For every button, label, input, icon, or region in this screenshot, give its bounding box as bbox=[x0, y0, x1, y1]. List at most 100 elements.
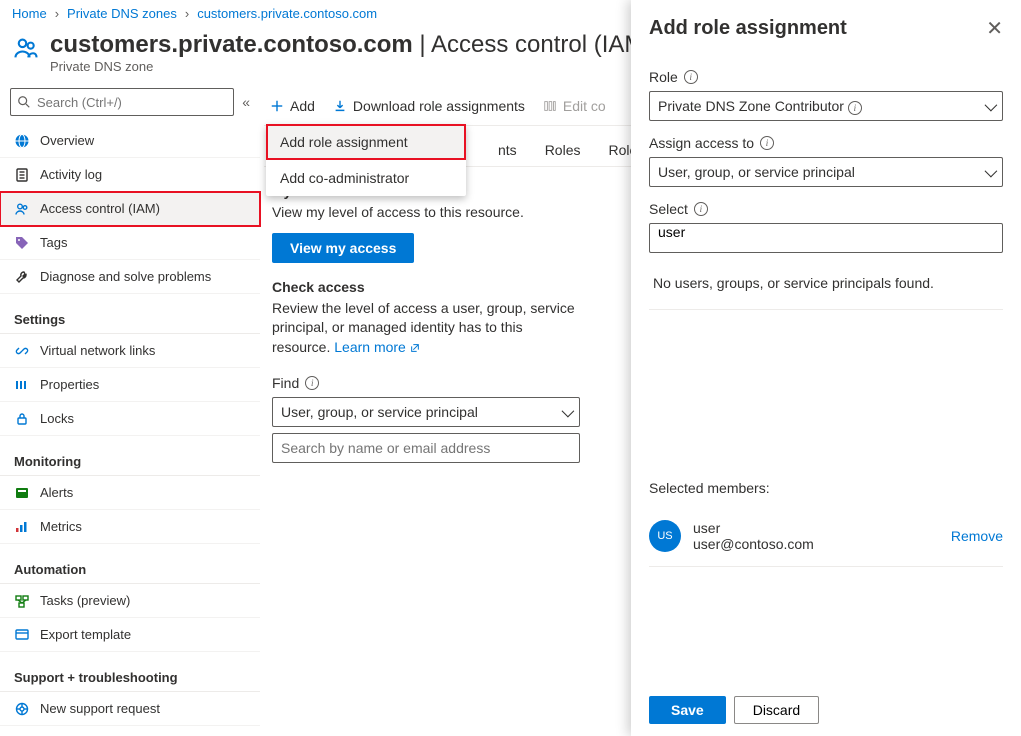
info-icon[interactable]: i bbox=[305, 376, 319, 390]
sidebar-item-label: Activity log bbox=[40, 167, 102, 182]
close-icon[interactable]: ✕ bbox=[986, 16, 1003, 41]
tab-assignments[interactable]: nts bbox=[498, 142, 517, 166]
breadcrumb-sep: › bbox=[55, 6, 59, 21]
menu-add-role-assignment[interactable]: Add role assignment bbox=[266, 124, 466, 160]
panel-title: Add role assignment bbox=[649, 17, 847, 40]
page-title: customers.private.contoso.com | Access c… bbox=[50, 31, 644, 59]
resource-type-label: Private DNS zone bbox=[50, 59, 644, 74]
breadcrumb-home[interactable]: Home bbox=[12, 6, 47, 21]
tag-icon bbox=[14, 235, 30, 251]
tasks-icon bbox=[14, 593, 30, 609]
sidebar-item-diagnose-and-solve-problems[interactable]: Diagnose and solve problems bbox=[0, 260, 260, 294]
sidebar-item-metrics[interactable]: Metrics bbox=[0, 510, 260, 544]
selected-member-row: us user user@contoso.com Remove bbox=[649, 506, 1003, 567]
sidebar-item-tags[interactable]: Tags bbox=[0, 226, 260, 260]
select-label: Select i bbox=[649, 201, 1003, 217]
find-search-input[interactable] bbox=[272, 433, 580, 463]
view-my-access-button[interactable]: View my access bbox=[272, 233, 414, 263]
add-button[interactable]: Add bbox=[270, 98, 315, 114]
props-icon bbox=[14, 377, 30, 393]
sidebar-item-label: Locks bbox=[40, 411, 74, 426]
download-button[interactable]: Download role assignments bbox=[333, 98, 525, 114]
sidebar-item-label: Tags bbox=[40, 235, 67, 250]
sidebar-item-label: Overview bbox=[40, 133, 94, 148]
lock-icon bbox=[14, 411, 30, 427]
sidebar-item-label: Alerts bbox=[40, 485, 73, 500]
sidebar-item-label: Diagnose and solve problems bbox=[40, 269, 211, 284]
search-input[interactable] bbox=[37, 95, 227, 110]
sidebar-item-label: Properties bbox=[40, 377, 99, 392]
people-icon bbox=[14, 201, 30, 217]
sidebar-item-properties[interactable]: Properties bbox=[0, 368, 260, 402]
check-access-desc: Review the level of access a user, group… bbox=[272, 299, 576, 358]
info-icon[interactable]: i bbox=[760, 136, 774, 150]
chevron-down-icon bbox=[985, 164, 994, 180]
sidebar-item-label: New support request bbox=[40, 701, 160, 716]
role-select[interactable]: Private DNS Zone Contributor i bbox=[649, 91, 1003, 121]
sidebar-section-support-troubleshooting: Support + troubleshooting bbox=[0, 658, 260, 692]
globe-icon bbox=[14, 133, 30, 149]
metrics-icon bbox=[14, 519, 30, 535]
sidebar-item-label: Tasks (preview) bbox=[40, 593, 130, 608]
sidebar-item-alerts[interactable]: Alerts bbox=[0, 476, 260, 510]
sidebar-item-label: Virtual network links bbox=[40, 343, 155, 358]
breadcrumb-sep: › bbox=[185, 6, 189, 21]
selected-members-label: Selected members: bbox=[649, 480, 1003, 496]
links-icon bbox=[14, 343, 30, 359]
alerts-icon bbox=[14, 485, 30, 501]
member-email: user@contoso.com bbox=[693, 536, 814, 552]
info-icon[interactable]: i bbox=[848, 101, 862, 115]
role-label: Role i bbox=[649, 69, 1003, 85]
edit-columns-button[interactable]: Edit co bbox=[543, 98, 606, 114]
download-icon bbox=[333, 99, 347, 113]
search-icon bbox=[17, 95, 31, 109]
sidebar-item-label: Access control (IAM) bbox=[40, 201, 160, 216]
assign-access-label: Assign access to i bbox=[649, 135, 1003, 151]
check-access-heading: Check access bbox=[272, 279, 576, 295]
no-results-message: No users, groups, or service principals … bbox=[649, 257, 1003, 310]
export-icon bbox=[14, 627, 30, 643]
find-label: Find i bbox=[272, 375, 576, 391]
sidebar-item-label: Metrics bbox=[40, 519, 82, 534]
member-name: user bbox=[693, 520, 814, 536]
sidebar-search[interactable] bbox=[10, 88, 234, 116]
sidebar-section-automation: Automation bbox=[0, 550, 260, 584]
sidebar-item-tasks-preview-[interactable]: Tasks (preview) bbox=[0, 584, 260, 618]
sidebar: « Overview Activity log Access control (IA… bbox=[0, 82, 260, 730]
sidebar-item-new-support-request[interactable]: New support request bbox=[0, 692, 260, 726]
breadcrumb-resource[interactable]: customers.private.contoso.com bbox=[197, 6, 377, 21]
sidebar-item-label: Export template bbox=[40, 627, 131, 642]
sidebar-section-monitoring: Monitoring bbox=[0, 442, 260, 476]
assign-access-select[interactable]: User, group, or service principal bbox=[649, 157, 1003, 187]
people-icon bbox=[12, 34, 40, 62]
sidebar-item-virtual-network-links[interactable]: Virtual network links bbox=[0, 334, 260, 368]
tab-roles[interactable]: Roles bbox=[545, 142, 581, 166]
sidebar-item-overview[interactable]: Overview bbox=[0, 124, 260, 158]
add-dropdown: Add role assignment Add co-administrator bbox=[266, 124, 466, 196]
external-link-icon bbox=[410, 343, 420, 353]
chevron-down-icon bbox=[985, 98, 994, 114]
columns-icon bbox=[543, 99, 557, 113]
support-icon bbox=[14, 701, 30, 717]
collapse-sidebar-icon[interactable]: « bbox=[242, 94, 250, 110]
chevron-down-icon bbox=[562, 404, 571, 420]
learn-more-link[interactable]: Learn more bbox=[334, 338, 420, 358]
menu-add-coadmin[interactable]: Add co-administrator bbox=[266, 160, 466, 196]
avatar: us bbox=[649, 520, 681, 552]
wrench-icon bbox=[14, 269, 30, 285]
save-button[interactable]: Save bbox=[649, 696, 726, 724]
sidebar-item-access-control-iam-[interactable]: Access control (IAM) bbox=[0, 192, 260, 226]
plus-icon bbox=[270, 99, 284, 113]
sidebar-item-activity-log[interactable]: Activity log bbox=[0, 158, 260, 192]
add-role-assignment-panel: Add role assignment ✕ Role i Private DNS… bbox=[631, 0, 1021, 736]
sidebar-section-settings: Settings bbox=[0, 300, 260, 334]
breadcrumb-zones[interactable]: Private DNS zones bbox=[67, 6, 177, 21]
find-select[interactable]: User, group, or service principal bbox=[272, 397, 580, 427]
info-icon[interactable]: i bbox=[684, 70, 698, 84]
info-icon[interactable]: i bbox=[694, 202, 708, 216]
sidebar-item-locks[interactable]: Locks bbox=[0, 402, 260, 436]
sidebar-item-export-template[interactable]: Export template bbox=[0, 618, 260, 652]
discard-button[interactable]: Discard bbox=[734, 696, 819, 724]
remove-member-link[interactable]: Remove bbox=[951, 528, 1003, 544]
select-search-input[interactable] bbox=[649, 223, 1003, 253]
